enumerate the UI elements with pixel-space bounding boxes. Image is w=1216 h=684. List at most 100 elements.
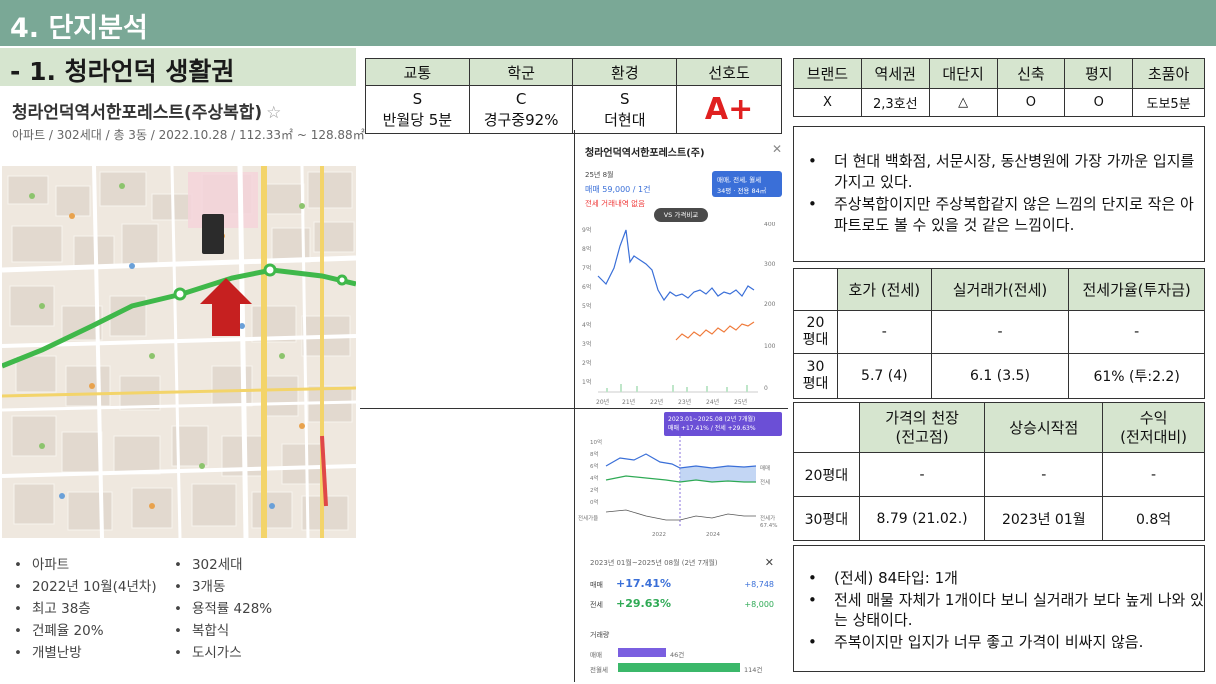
feature-header: 신축 [996,58,1066,89]
y-tick-label: 6억 [582,283,591,291]
price-header: 전세가율(투자금) [1068,268,1205,311]
sale-change-pct: +17.41% [616,577,672,590]
sale-label: 매매 [590,581,603,589]
y-tick-label: 10억 [590,438,602,446]
section-title: 4. 단지분석 [10,13,148,44]
rating-cell: S 더현대 [572,85,678,134]
price-cell: - [1068,310,1205,354]
row-label: 20평대 [793,452,860,497]
divider-line [574,130,575,682]
feature-cell: 2,3호선 [860,88,930,117]
feature-cell: O [996,88,1066,117]
price-header: 호가 (전세) [836,268,932,311]
y-tick-label: 2억 [590,486,599,494]
chart-panel-title: 청라언덕역서한포레스트(주) [585,148,705,159]
x-tick-label: 25년 [734,398,747,406]
complex-name-row: 청라언덕역서한포레스트(주상복합) ☆ [12,98,281,123]
grade-detail: 경구중92% [483,110,559,129]
grade: S [620,89,630,108]
y2-tick-label: 0 [764,385,768,392]
empty-corner [793,402,860,453]
list-item: 용적률 428% [174,598,272,620]
sale-line: 매매 59,000 / 1건 [585,185,651,194]
preference-grade: A+ [676,85,782,134]
sale-change-amount: +8,748 [744,580,774,589]
compare-button[interactable]: VS 가격비교 [654,208,708,222]
rate-label: 전세가율 [578,514,598,522]
subsection-title-bar: - 1. 청라언덕 생활권 [0,48,356,86]
series-label-rate-value: 67.4% [760,523,777,529]
jeonse-price-line [675,321,755,341]
trade-filter-dropdown[interactable]: 매매, 전세, 월세 34평 · 전용 84㎡ [712,171,782,197]
subsection-title: - 1. 청라언덕 생활권 [10,57,235,86]
list-item: 최고 38층 [14,598,157,620]
feature-cell: O [1064,88,1134,117]
close-icon[interactable]: ✕ [772,142,782,156]
rating-header: 학군 [468,58,574,86]
note-item: (전세) 84타입: 1개 [794,568,1204,589]
feature-header: 역세권 [860,58,930,89]
price-header: 실거래가(전세) [930,268,1070,311]
tooltip-line: 매매 +17.41% / 전세 +29.63% [668,425,756,432]
peak-cell: 2023년 01월 [984,496,1104,541]
y-tick-label: 3억 [582,340,591,348]
peak-cell: - [1102,452,1205,497]
y2-tick-label: 300 [764,261,776,268]
volume-sale-label: 매매 [590,651,602,659]
feature-cell: X [793,88,862,117]
list-item: 건폐율 20% [14,620,157,642]
empty-corner [793,268,838,311]
volume-jeonse-count: 114건 [744,666,763,674]
note-item: 전세 매물 자체가 1개이다 보니 실거래가 보다 높게 나와 있는 상태이다. [794,590,1204,631]
tooltip-line: 2023.01~2025.08 (2년 7개월) [668,416,756,423]
note-item: 주복이지만 입지가 너무 좋고 가격이 비싸지 않음. [794,632,1204,653]
x-tick-label: 23년 [678,398,691,406]
price-cell: 6.1 (3.5) [930,353,1070,399]
location-note: 더 현대 백화점, 서문시장, 동산병원에 가장 가까운 입지를 가지고 있다.… [793,126,1205,262]
y-tick-label: 4억 [590,474,599,482]
grade-detail: 반월당 5분 [382,110,453,129]
location-map[interactable] [2,166,356,538]
feature-header: 브랜드 [793,58,862,89]
chart-date: 25년 8월 [585,171,614,179]
list-item: 2022년 10월(4년차) [14,576,157,598]
peak-header: 수익 (전저대비) [1102,402,1205,453]
price-table: 호가 (전세) 실거래가(전세) 전세가율(투자금) 20 평대 - - - 3… [793,268,1205,399]
list-item: 복합식 [174,620,272,642]
jeonse-change-amount: +8,000 [744,600,774,609]
rating-header: 환경 [572,58,678,86]
sale-price-line [597,229,755,302]
comparison-chart-panel: 2023.01~2025.08 (2년 7개월) 매매 +17.41% / 전세… [576,410,786,540]
complex-name: 청라언덕역서한포레스트(주상복합) [12,103,263,123]
y-tick-label: 1억 [582,378,591,386]
price-cell: - [836,310,932,354]
market-note: (전세) 84타입: 1개 전세 매물 자체가 1개이다 보니 실거래가 보다 … [793,545,1205,672]
y-tick-label: 7억 [582,264,591,272]
grade: C [515,89,527,108]
section-title-bar: 4. 단지분석 [0,0,1216,46]
facts-left-list: 아파트 2022년 10월(4년차) 최고 38층 건폐율 20% 개별난방 [14,554,157,664]
y-tick-label: 2억 [582,359,591,367]
list-item: 3개동 [174,576,272,598]
grade-detail: 더현대 [604,110,646,129]
x-tick-label: 24년 [706,398,719,406]
volume-jeonse-label: 전월세 [590,666,608,674]
series-label-sale: 매매 [760,464,770,472]
close-icon[interactable]: ✕ [765,556,774,569]
complex-meta: 아파트 / 302세대 / 총 3동 / 2022.10.28 / 112.33… [12,128,365,142]
series-label-jeonse: 전세 [760,478,770,486]
filter-label: 매매, 전세, 월세 [717,176,762,184]
rating-cell: S 반월당 5분 [365,85,470,134]
note-item: 주상복합이지만 주상복합같지 않은 느낌의 단지로 작은 아파트로도 볼 수 있… [794,194,1204,235]
volume-title: 거래량 [590,631,610,639]
x-tick-label: 21년 [622,398,635,406]
list-item: 302세대 [174,554,272,576]
y-tick-label: 9억 [582,226,591,234]
price-history-chart: 9억 8억 7억 6억 5억 4억 3억 2억 1억 400 300 200 1… [582,222,776,406]
divider-line [360,408,788,409]
jeonse-change-pct: +29.63% [616,597,672,610]
star-icon[interactable]: ☆ [266,103,281,123]
feature-header: 초품아 [1132,58,1205,89]
y-tick-label: 4억 [582,321,591,329]
price-cell: - [930,310,1070,354]
